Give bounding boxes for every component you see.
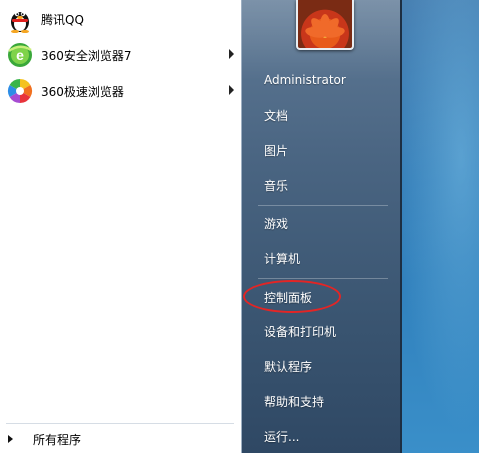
user-name-link[interactable]: Administrator	[258, 67, 388, 93]
program-item-360-safe-browser[interactable]: e 360安全浏览器7	[3, 38, 239, 72]
expand-arrow-icon	[8, 435, 13, 443]
documents-link[interactable]: 文档	[258, 102, 388, 128]
start-menu-programs-pane: 腾讯QQ e 360安全浏览器7 360极速浏览器 所有程序	[0, 0, 242, 453]
highlight-circle-annotation	[243, 280, 341, 313]
desktop-wallpaper-glow	[389, 0, 479, 453]
places-divider	[258, 205, 388, 206]
music-link[interactable]: 音乐	[258, 172, 388, 198]
all-programs-label: 所有程序	[33, 432, 82, 447]
program-label: 腾讯QQ	[41, 12, 84, 27]
all-programs-divider	[6, 423, 234, 424]
default-programs-link[interactable]: 默认程序	[258, 353, 388, 379]
pictures-link[interactable]: 图片	[258, 137, 388, 163]
user-account-picture[interactable]	[296, 0, 354, 50]
places-divider	[258, 278, 388, 279]
qq-penguin-icon	[5, 4, 35, 34]
program-label: 360安全浏览器7	[41, 48, 132, 63]
submenu-arrow-icon[interactable]	[229, 49, 234, 59]
games-link[interactable]: 游戏	[258, 210, 388, 236]
help-and-support-link[interactable]: 帮助和支持	[258, 388, 388, 414]
devices-and-printers-link[interactable]: 设备和打印机	[258, 318, 388, 344]
svg-text:e: e	[16, 47, 24, 63]
360-speed-browser-icon	[5, 76, 35, 106]
program-label: 360极速浏览器	[41, 84, 124, 99]
all-programs-button[interactable]: 所有程序	[4, 428, 236, 450]
360-safe-browser-icon: e	[5, 40, 35, 70]
run-link[interactable]: 运行...	[258, 423, 388, 449]
program-item-360-speed-browser[interactable]: 360极速浏览器	[3, 74, 239, 108]
computer-link[interactable]: 计算机	[258, 245, 388, 271]
submenu-arrow-icon[interactable]	[229, 85, 234, 95]
program-item-qq[interactable]: 腾讯QQ	[3, 2, 239, 36]
